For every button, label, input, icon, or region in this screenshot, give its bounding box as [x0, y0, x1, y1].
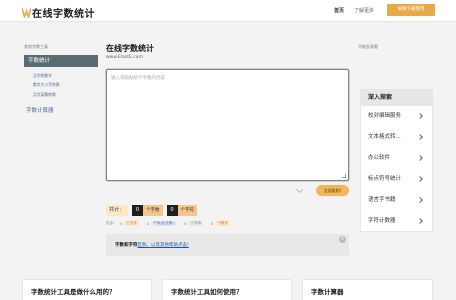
close-icon[interactable]: ×	[339, 236, 346, 243]
explore-title: 深入探索	[361, 90, 432, 106]
chevron-right-icon	[417, 197, 423, 203]
logo-w-icon	[22, 7, 31, 18]
chevron-right-icon	[417, 155, 423, 161]
notice-link[interactable]: 区别，以及其他帮助点击!	[138, 243, 189, 248]
copy-all-button[interactable]: 全部复制!	[316, 185, 349, 196]
left-sidebar-caption: 其他字数工具	[24, 44, 48, 49]
explore-item[interactable]: 语言字书籍	[361, 190, 432, 211]
explore-item[interactable]: 文本格式转...	[361, 127, 432, 148]
info-card[interactable]: 字数计算器	[302, 279, 433, 300]
sidebar-subitem[interactable]: 汉字英繁转换	[33, 92, 56, 98]
page-title: 在线字数统计	[106, 44, 154, 53]
word-count-value: 0	[132, 205, 143, 216]
detail-value: 0	[119, 221, 123, 226]
text-input-area[interactable]: 输入或粘贴统计字数的内容	[106, 69, 349, 181]
explore-item-label: 校对编辑服务	[368, 113, 402, 119]
explore-panel: 深入探索 校对编辑服务 文本格式转... 办公软件 标点符号统计 语言字书籍 字…	[360, 89, 433, 232]
explore-item-label: 标点符号统计	[368, 176, 402, 182]
chevron-right-icon	[417, 134, 423, 140]
site-url: www.ElastE.com	[106, 55, 143, 60]
notice-bold: 字数和字符	[115, 243, 138, 248]
explore-item[interactable]: 校对编辑服务	[361, 106, 432, 127]
stats-summary: 共计： 0 个字数 0 个字符	[106, 205, 197, 216]
explore-item-label: 办公软件	[368, 155, 391, 161]
explore-item-label: 语言字书籍	[368, 197, 396, 203]
detail-tag: 个汉字	[124, 221, 139, 226]
explore-item[interactable]: 标点符号统计	[361, 169, 432, 190]
resize-handle-icon[interactable]	[342, 174, 346, 178]
nav-home-link[interactable]: 首页	[334, 7, 344, 14]
notice-text[interactable]: 字数和字符区别，以及其他帮助点击!	[115, 242, 189, 248]
explore-item-label: 字符计数器	[368, 218, 396, 224]
top-header: 在线字数统计 首页 了解更多 离线下载使用	[0, 0, 456, 22]
detail-tag: 个标点(全角)	[151, 221, 176, 226]
detail-tag: 个字母	[188, 221, 204, 226]
explore-item[interactable]: 办公软件	[361, 148, 432, 169]
detail-label: 包含：	[106, 221, 117, 225]
sidebar-item-calculator[interactable]: 字数计算器	[26, 106, 54, 114]
site-logo[interactable]: 在线字数统计	[22, 5, 95, 20]
detail-value: 0	[183, 221, 187, 226]
chevron-right-icon	[417, 113, 423, 119]
char-count-value: 0	[166, 205, 178, 216]
card-title: 字数统计工具是做什么用的？	[31, 288, 116, 296]
logo-text: 在线字数统计	[32, 9, 95, 20]
stats-label: 共计：	[106, 205, 128, 216]
right-sidebar-caption: 不能发表看	[358, 44, 378, 49]
chevron-right-icon	[417, 176, 423, 182]
help-notice: 字数和字符区别，以及其他帮助点击! ×	[106, 234, 349, 256]
sidebar-item-word-count[interactable]: 字数统计	[24, 55, 98, 67]
chevron-down-icon[interactable]	[295, 185, 304, 194]
chevron-right-icon	[417, 218, 423, 224]
card-title: 字数统计工具如何使用？	[171, 288, 243, 296]
offline-download-button[interactable]: 离线下载使用	[387, 4, 435, 16]
detail-value: 0	[211, 221, 214, 226]
stats-details: 包含： 0 个汉字 0 个标点(全角) 0 个字母 0 个数字	[106, 221, 235, 226]
sidebar-subitem[interactable]: 汉字和数字	[33, 73, 52, 79]
textarea-placeholder: 输入或粘贴统计字数的内容	[111, 76, 165, 81]
explore-item-label: 文本格式转...	[368, 134, 401, 140]
sidebar-subitem[interactable]: 数字大小写转换	[33, 82, 60, 88]
info-card[interactable]: 字数统计工具是做什么用的？	[22, 279, 152, 300]
char-count-unit: 个字符	[177, 205, 197, 216]
explore-item[interactable]: 字符计数器	[361, 211, 432, 232]
word-count-unit: 个字数	[143, 205, 163, 216]
detail-tag: 个数字	[215, 221, 231, 226]
detail-value: 0	[146, 221, 150, 226]
info-card[interactable]: 字数统计工具如何使用？	[162, 279, 292, 300]
card-title: 字数计算器	[311, 288, 344, 296]
nav-more-link[interactable]: 了解更多	[354, 7, 374, 14]
